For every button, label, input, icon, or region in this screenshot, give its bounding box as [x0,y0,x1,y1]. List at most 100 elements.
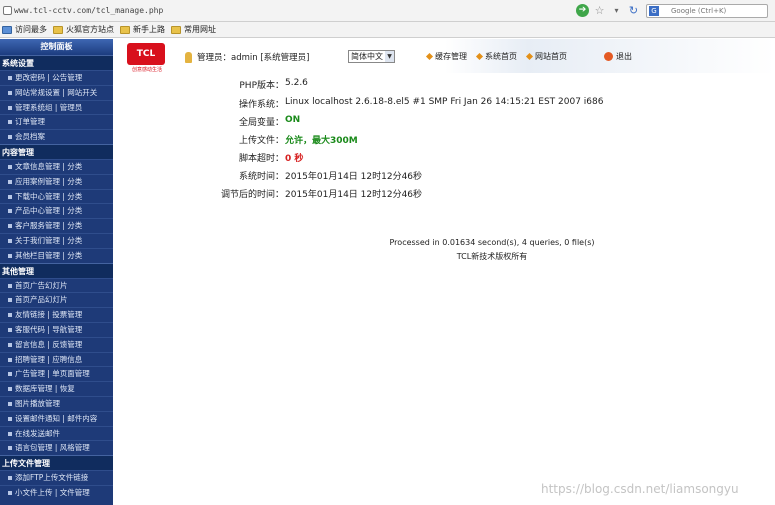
info-label: PHP版本： [239,81,284,91]
bullet-icon [8,401,12,406]
sidebar-item[interactable]: 产品中心管理 | 分类 [0,203,113,218]
search-input[interactable]: G Google (Ctrl+K) [646,4,768,18]
url-dropdown-icon[interactable]: ▾ [610,4,623,17]
sidebar-item[interactable]: 关于我们管理 | 分类 [0,232,113,248]
sidebar-group-content[interactable]: 内容管理 [0,143,113,159]
sidebar-item[interactable]: 更改密码 | 公告管理 [0,70,113,85]
bullet-icon [8,238,12,243]
sidebar-group-other[interactable]: 其他管理 [0,262,113,278]
refresh-icon[interactable]: ↻ [627,4,640,17]
tcl-logo: TCL [127,43,165,65]
sidebar-item[interactable]: 客服代码 | 导航管理 [0,321,113,337]
admin-label: 管理员：admin [系统管理员] [197,53,310,63]
language-select[interactable]: 简体中文 ▼ [348,50,395,63]
bullet-icon [8,342,12,347]
bullet-icon [8,298,12,303]
logout-link[interactable]: 退出 [604,51,632,62]
bookmark-star-icon[interactable]: ☆ [593,4,606,17]
bullet-icon [8,283,12,288]
bookmark-most-visited[interactable]: 访问最多 [2,24,47,35]
diamond-icon [475,52,484,61]
sidebar-item[interactable]: 小文件上传 | 文件管理 [0,484,113,500]
nav-site-home[interactable]: 网站首页 [525,51,567,62]
sidebar-item[interactable]: 管理系统组 | 管理员 [0,99,113,115]
logo-slogan: 创意感动生活 [131,67,162,73]
search-placeholder: Google (Ctrl+K) [671,7,727,15]
sidebar-item[interactable]: 网站常规设置 | 网站开关 [0,84,113,100]
bookmark-folder-icon [120,25,130,34]
bullet-icon [8,164,12,169]
bullet-icon [8,327,12,332]
sidebar-title: 控制面板 [0,39,113,55]
sidebar-item[interactable]: 客户服务管理 | 分类 [0,218,113,233]
sidebar-item[interactable]: 图片播放管理 [0,395,113,411]
sidebar-item[interactable]: 数据库管理 | 恢复 [0,381,113,396]
sidebar-item[interactable]: 广告管理 | 单页面管理 [0,366,113,381]
bullet-icon [8,372,12,377]
processed-stats: Processed in 0.01634 second(s), 4 querie… [389,238,595,247]
info-label: 操作系统： [238,100,284,110]
sidebar-item[interactable]: 其他栏目管理 | 分类 [0,247,113,263]
browser-url-bar: www.tcl-cctv.com/tcl_manage.php ➔ ☆ ▾ ↻ … [0,0,775,22]
nav-cache-manage[interactable]: 缓存管理 [425,51,467,62]
sidebar-item[interactable]: 设置邮件通知 | 邮件内容 [0,410,113,426]
sidebar-item[interactable]: 在线发送邮件 [0,425,113,441]
admin-header: TCL 创意感动生活 管理员：admin [系统管理员] 简体中文 ▼ 缓存管理… [113,39,775,73]
bullet-icon [8,446,12,451]
bookmarks-bar: 访问最多 火狐官方站点 新手上路 常用网址 [0,22,775,38]
bookmark-getting-started[interactable]: 新手上路 [120,24,165,35]
chevron-down-icon[interactable]: ▼ [385,51,394,62]
sidebar-item[interactable]: 招聘管理 | 应聘信息 [0,351,113,367]
sidebar-item[interactable]: 语言包管理 | 风格管理 [0,440,113,455]
bullet-icon [8,135,12,140]
bullet-icon [8,357,12,362]
diamond-icon [425,52,434,61]
bullet-icon [8,313,12,318]
search-engine-icon[interactable]: G [649,6,659,16]
sidebar-item[interactable]: 应用案例管理 | 分类 [0,173,113,189]
bullet-icon [8,105,12,110]
copyright: TCL新技术版权所有 [456,252,528,261]
bullet-icon [8,179,12,184]
admin-sidebar: 控制面板 系统设置 更改密码 | 公告管理 网站常规设置 | 网站开关 管理系统… [0,39,113,505]
bookmark-folder-icon [171,25,181,34]
bullet-icon [8,476,12,481]
sidebar-item[interactable]: 友情链接 | 投票管理 [0,307,113,322]
nav-system-home[interactable]: 系统首页 [475,51,517,62]
bullet-icon [8,224,12,229]
info-value: ON [285,115,301,125]
info-value: 2015年01月14日 12时12分46秒 [285,190,423,200]
address-input[interactable]: www.tcl-cctv.com/tcl_manage.php [14,6,163,15]
sidebar-item[interactable]: 订单管理 [0,114,113,129]
sidebar-item[interactable]: 留言信息 | 反馈管理 [0,336,113,352]
info-value: Linux localhost 2.6.18-8.el5 #1 SMP Fri … [285,97,604,107]
sidebar-group-system[interactable]: 系统设置 [0,55,113,70]
info-value: 0 秒 [285,154,304,164]
info-value: 允许，最大300M [285,136,358,146]
sidebar-item[interactable]: 首页产品幻灯片 [0,292,113,307]
bookmark-firefox-site[interactable]: 火狐官方站点 [53,24,114,35]
sidebar-item[interactable]: 会员档案 [0,129,113,144]
info-label: 系统时间： [238,172,284,182]
sidebar-item[interactable]: 首页广告幻灯片 [0,277,113,293]
bullet-icon [8,416,12,421]
bullet-icon [8,431,12,436]
sidebar-item[interactable]: 下载中心管理 | 分类 [0,188,113,204]
watermark: https://blog.csdn.net/liamsongyu [541,482,739,496]
diamond-icon [525,52,534,61]
sidebar-item[interactable]: 添加FTP上传文件链接 [0,470,113,485]
bullet-icon [8,209,12,214]
bookmark-folder-icon [53,25,63,34]
go-icon[interactable]: ➔ [576,4,589,17]
bullet-icon [8,490,12,495]
sidebar-item[interactable]: 文章信息管理 | 分类 [0,158,113,174]
bookmark-common-sites[interactable]: 常用网址 [171,24,216,35]
info-value: 5.2.6 [285,78,308,88]
sidebar-group-upload[interactable]: 上传文件管理 [0,455,113,471]
header-nav: 缓存管理 系统首页 网站首页 [425,51,567,62]
bullet-icon [8,90,12,95]
info-label: 全局变量： [238,118,284,128]
info-label: 调节后的时间： [220,190,284,200]
info-label: 脚本超时： [238,154,284,164]
browser-nav-buttons: ➔ ☆ ▾ ↻ [576,4,640,17]
